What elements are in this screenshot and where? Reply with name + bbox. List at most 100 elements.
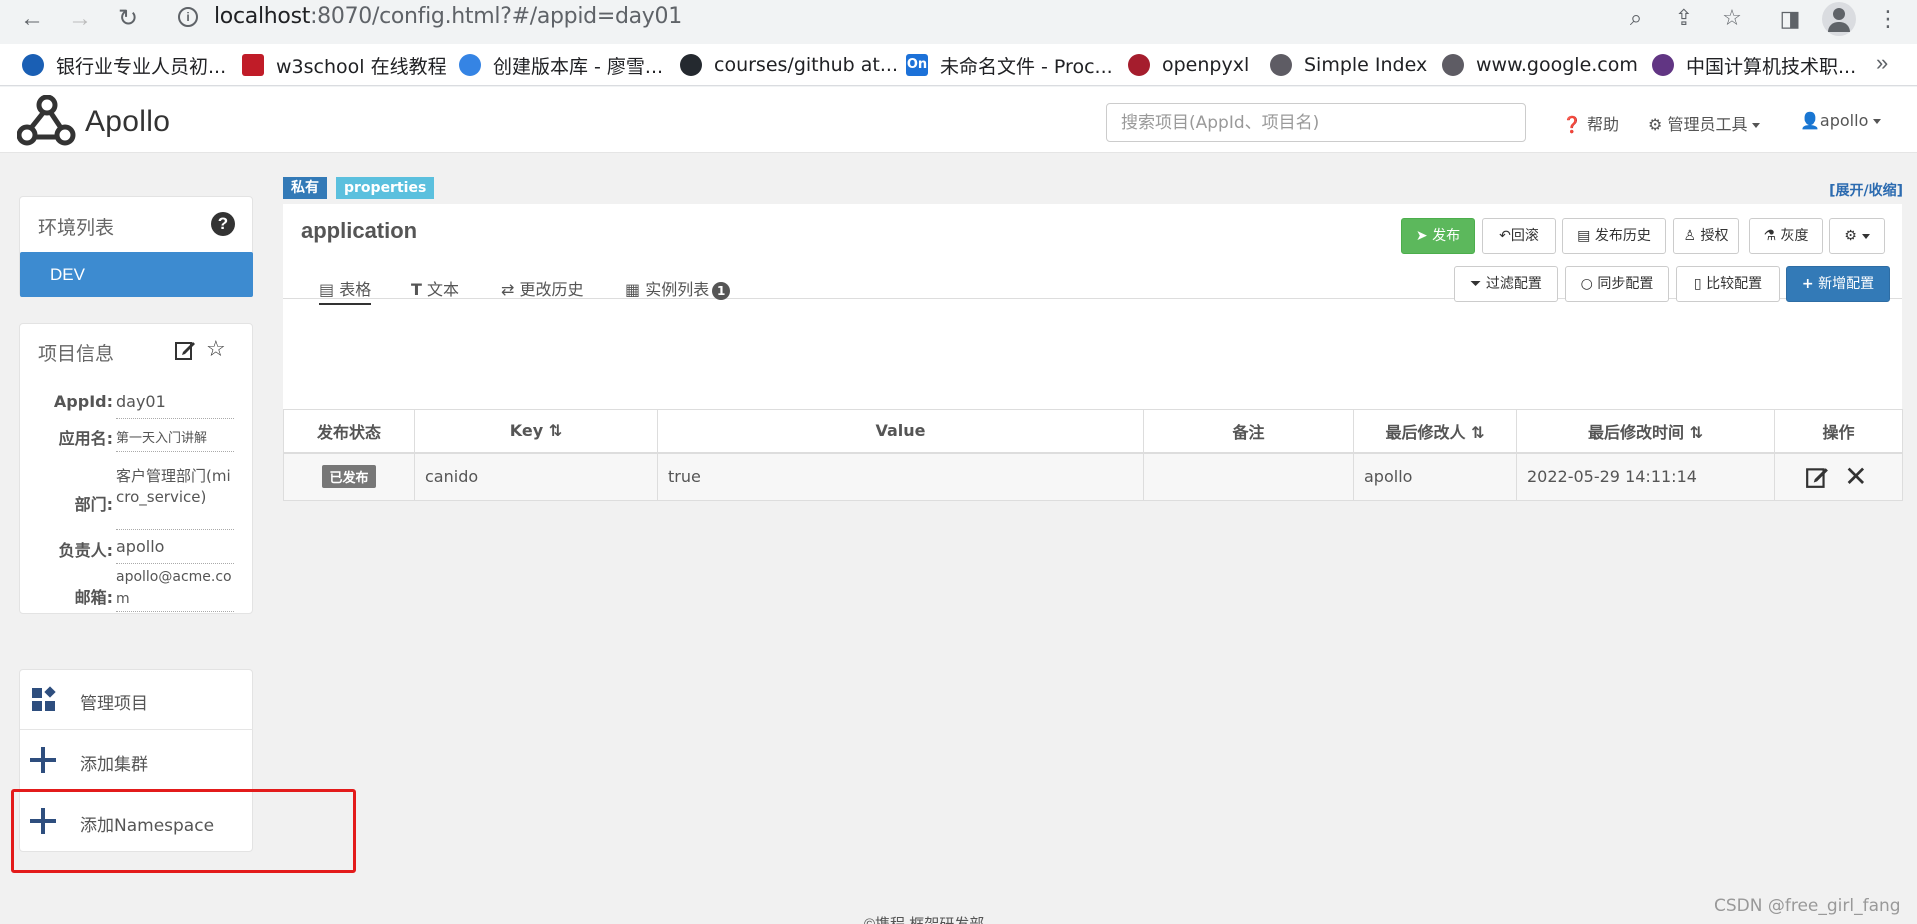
film-icon: ▦ xyxy=(625,280,641,299)
modifier-cell: apollo xyxy=(1353,452,1517,501)
menu-kebab-icon[interactable]: ⋮ xyxy=(1872,3,1904,35)
undo-icon: ↶ xyxy=(1499,228,1511,244)
published-badge: 已发布 xyxy=(322,465,376,489)
text-icon: T xyxy=(411,280,422,299)
w3school-icon xyxy=(242,54,264,76)
edit-icon[interactable] xyxy=(1805,465,1829,489)
gear-icon: ⚙ xyxy=(1844,228,1857,244)
project-info-panel: 项目信息 ☆ AppId: day01 应用名: 第一天入门讲解 部门: 客户管… xyxy=(19,323,253,614)
release-history-button[interactable]: ▤ 发布历史 xyxy=(1562,218,1666,254)
apollo-page: Apollo ❓ 帮助 ⚙ 管理员工具 👤apollo 环境列表 ? DEV 项… xyxy=(0,87,1917,924)
edit-icon[interactable] xyxy=(174,339,196,361)
add-cluster-item[interactable]: 添加集群 xyxy=(20,731,253,791)
globe-icon xyxy=(1442,54,1464,76)
search-input[interactable] xyxy=(1106,103,1526,142)
processon-icon: On xyxy=(906,54,928,76)
forward-icon[interactable]: → xyxy=(64,3,96,35)
help-link[interactable]: ❓ 帮助 xyxy=(1562,111,1619,135)
bookmark-item[interactable]: w3school 在线教程 xyxy=(242,52,447,78)
grant-button[interactable]: ♙ 授权 xyxy=(1673,218,1739,254)
settings-dropdown[interactable]: ⚙ xyxy=(1829,218,1885,254)
status-cell: 已发布 xyxy=(283,452,415,501)
plus-icon xyxy=(30,747,56,773)
private-tag: 私有 xyxy=(283,177,327,199)
logo-text[interactable]: Apollo xyxy=(85,105,170,139)
globe-icon xyxy=(1270,54,1292,76)
env-dev-button[interactable]: DEV xyxy=(20,252,253,297)
col-modifier[interactable]: 最后修改人 ⇅ xyxy=(1353,409,1517,454)
env-list-title: 环境列表 xyxy=(38,217,115,239)
profile-avatar-icon[interactable] xyxy=(1822,2,1856,36)
manage-project-item[interactable]: 管理项目 xyxy=(20,670,253,730)
browser-toolbar: ← → ↻ i localhost:8070/config.html?#/app… xyxy=(0,0,1917,38)
tab-text[interactable]: T 文本 xyxy=(411,276,459,300)
caret-down-icon xyxy=(1861,233,1870,239)
col-value: Value xyxy=(657,409,1144,454)
send-icon: ➤ xyxy=(1415,228,1428,244)
sort-icon: ⇅ xyxy=(1689,422,1703,442)
url-text: localhost:8070/config.html?#/appid=day01 xyxy=(214,4,682,29)
publish-button[interactable]: ➤ 发布 xyxy=(1401,218,1475,254)
key-cell: canido xyxy=(414,452,658,501)
bookmarks-overflow-button[interactable]: » xyxy=(1876,50,1888,76)
gray-release-button[interactable]: ⚗ 灰度 xyxy=(1749,218,1823,254)
openpyxl-icon xyxy=(1128,54,1150,76)
time-cell: 2022-05-29 14:11:14 xyxy=(1516,452,1775,501)
flask-icon: ⚗ xyxy=(1763,228,1777,244)
highlight-annotation-box xyxy=(11,789,356,873)
admin-tools-dropdown[interactable]: ⚙ 管理员工具 xyxy=(1648,111,1761,135)
apollo-logo-icon xyxy=(17,95,76,146)
delete-icon[interactable]: ✕ xyxy=(1844,460,1867,493)
tab-change-history[interactable]: ⇄ 更改历史 xyxy=(501,276,584,300)
bookmarks-bar: 银行业专业人员初... w3school 在线教程 创建版本库 - 廖雪... … xyxy=(0,44,1917,86)
caret-down-icon xyxy=(1752,123,1761,128)
zoom-icon[interactable]: ⌕ xyxy=(1622,4,1650,32)
tab-instances[interactable]: ▦ 实例列表 1 xyxy=(625,276,731,300)
bookmark-item[interactable]: On 未命名文件 - Proc... xyxy=(906,52,1113,78)
sync-config-button[interactable]: ○ 同步配置 xyxy=(1565,266,1669,302)
question-circle-icon[interactable]: ? xyxy=(211,212,235,236)
clipboard-icon: ▤ xyxy=(1577,228,1591,244)
sort-icon: ⇅ xyxy=(548,421,563,441)
bookmark-item[interactable]: www.google.com xyxy=(1442,52,1638,78)
expand-collapse-link[interactable]: [展开/收缩] xyxy=(1829,180,1903,200)
user-icon: 👤 xyxy=(1800,111,1820,130)
csia-icon xyxy=(1652,54,1674,76)
page-footer: ©携程 框架研发部 xyxy=(864,913,984,924)
namespace-title: application xyxy=(301,218,418,243)
tab-table[interactable]: ▤ 表格 xyxy=(319,276,372,305)
bookmark-item[interactable]: 中国计算机技术职... xyxy=(1652,52,1856,78)
ops-cell: ✕ xyxy=(1774,452,1903,501)
site-info-icon[interactable]: i xyxy=(178,7,198,27)
bookmark-item[interactable]: 银行业专业人员初... xyxy=(22,52,226,78)
filter-config-button[interactable]: ⏷ 过滤配置 xyxy=(1454,266,1558,302)
back-icon[interactable]: ← xyxy=(16,3,48,35)
bookmark-item[interactable]: courses/github at... xyxy=(680,52,898,78)
comment-cell xyxy=(1143,452,1354,501)
rollback-button[interactable]: ↶回滚 xyxy=(1482,218,1556,254)
bookmark-item[interactable]: openpyxl xyxy=(1128,52,1249,78)
bookmark-item[interactable]: 创建版本库 - 廖雪... xyxy=(459,52,663,78)
col-key[interactable]: Key ⇅ xyxy=(414,409,658,454)
bookmark-star-icon[interactable]: ☆ xyxy=(1718,4,1746,32)
bookmark-item[interactable]: Simple Index xyxy=(1270,52,1427,78)
col-modified-time[interactable]: 最后修改时间 ⇅ xyxy=(1516,409,1775,454)
share-icon[interactable]: ⇪ xyxy=(1670,4,1698,32)
address-bar[interactable]: i localhost:8070/config.html?#/appid=day… xyxy=(162,0,1758,35)
user-dropdown[interactable]: 👤apollo xyxy=(1800,111,1882,130)
compare-config-button[interactable]: ▯ 比较配置 xyxy=(1676,266,1780,302)
col-comment: 备注 xyxy=(1143,409,1354,454)
table-row: 已发布 canido true apollo 2022-05-29 14:11:… xyxy=(283,452,1903,501)
config-table: 发布状态 Key ⇅ Value 备注 最后修改人 ⇅ 最后修改时间 ⇅ 操作 … xyxy=(283,409,1903,501)
add-config-button[interactable]: + 新增配置 xyxy=(1786,266,1890,302)
side-panel-icon[interactable]: ◨ xyxy=(1774,3,1806,35)
col-status: 发布状态 xyxy=(283,409,415,454)
reload-icon[interactable]: ↻ xyxy=(112,3,144,35)
top-navbar: Apollo ❓ 帮助 ⚙ 管理员工具 👤apollo xyxy=(0,87,1917,153)
github-icon xyxy=(680,54,702,76)
caret-down-icon xyxy=(1873,119,1882,124)
bank-icon xyxy=(22,54,44,76)
plus-icon: + xyxy=(1801,276,1814,292)
value-cell: true xyxy=(657,452,1144,501)
star-icon[interactable]: ☆ xyxy=(206,336,226,362)
